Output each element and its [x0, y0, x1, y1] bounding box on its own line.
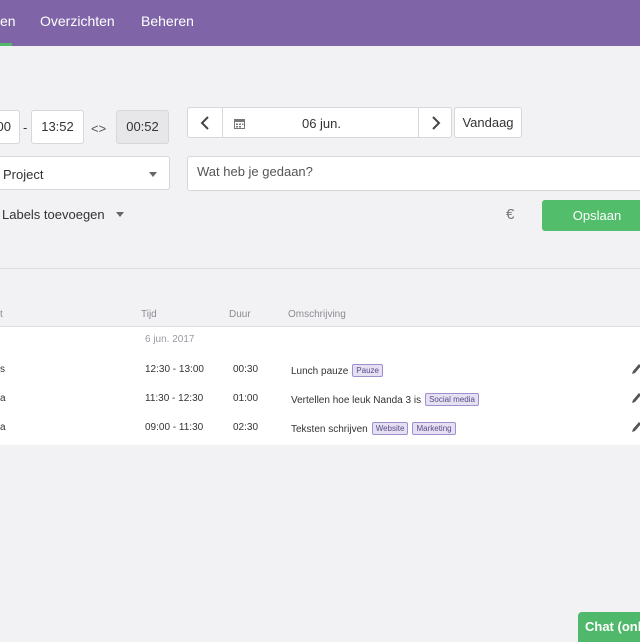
- caret-down-icon: [116, 212, 125, 217]
- labels-dropdown[interactable]: Labels toevoegen: [2, 207, 125, 222]
- row-project: a: [0, 422, 6, 433]
- column-header-duration: Duur: [229, 309, 251, 320]
- table-row[interactable]: a 11:30 - 12:30 01:00 Vertellen hoe leuk…: [0, 385, 640, 413]
- tag-badge: Pauze: [352, 364, 383, 377]
- project-select-label: Project: [3, 167, 44, 182]
- billable-toggle[interactable]: €: [506, 206, 514, 223]
- today-button[interactable]: Vandaag: [454, 107, 522, 138]
- row-project: s: [0, 364, 5, 375]
- active-nav-indicator: [0, 43, 12, 46]
- table-row[interactable]: s 12:30 - 13:00 00:30 Lunch pauze Pauze: [0, 356, 640, 384]
- row-description: Lunch pauze Pauze: [291, 364, 383, 377]
- row-duration: 02:30: [233, 422, 259, 433]
- row-duration: 01:00: [233, 393, 259, 404]
- pencil-icon[interactable]: [630, 391, 640, 405]
- swap-times-icon[interactable]: <>: [91, 121, 106, 136]
- prev-day-button[interactable]: [187, 107, 223, 138]
- tag-badge: Marketing: [412, 422, 456, 435]
- row-description-text: Lunch pauze: [291, 366, 349, 377]
- row-duration: 00:30: [233, 364, 259, 375]
- row-description: Vertellen hoe leuk Nanda 3 is Social medi…: [291, 393, 479, 406]
- time-separator: -: [23, 120, 28, 135]
- row-description-text: Teksten schrijven: [291, 424, 368, 435]
- caret-down-icon: [149, 172, 157, 177]
- entries-table: t Tijd Duur Omschrijving 6 jun. 2017 s 1…: [0, 300, 640, 445]
- description-input[interactable]: Wat heb je gedaan?: [187, 156, 640, 191]
- row-project: a: [0, 393, 6, 404]
- pencil-icon[interactable]: [630, 362, 640, 376]
- column-header-time: Tijd: [141, 309, 157, 320]
- duration-display: 00:52: [116, 110, 169, 144]
- labels-dropdown-label: Labels toevoegen: [2, 207, 105, 222]
- date-label: 06 jun.: [301, 116, 342, 131]
- end-time-input[interactable]: 13:52: [31, 110, 84, 144]
- tag-badge: Website: [371, 422, 409, 435]
- date-picker[interactable]: 06 jun.: [222, 107, 419, 138]
- row-time: 12:30 - 13:00: [145, 364, 204, 375]
- chevron-left-icon: [200, 116, 209, 130]
- row-time: 11:30 - 12:30: [145, 393, 204, 404]
- pencil-icon[interactable]: [630, 420, 640, 434]
- row-description: Teksten schrijven Website Marketing: [291, 422, 456, 435]
- nav-item-beheren[interactable]: Beheren: [141, 0, 194, 46]
- save-button[interactable]: Opslaan: [542, 200, 640, 231]
- start-time-input[interactable]: 00: [0, 110, 20, 144]
- row-time: 09:00 - 11:30: [145, 422, 204, 433]
- nav-item-overzichten[interactable]: Overzichten: [40, 0, 115, 46]
- date-group-label: 6 jun. 2017: [145, 334, 195, 345]
- section-divider: [0, 268, 640, 269]
- chat-button[interactable]: Chat (onli: [578, 612, 640, 642]
- table-header: t Tijd Duur Omschrijving: [0, 300, 640, 327]
- column-header-description: Omschrijving: [288, 309, 346, 320]
- table-row[interactable]: a 09:00 - 11:30 02:30 Teksten schrijven W…: [0, 414, 640, 442]
- tag-badge: Social media: [425, 393, 479, 406]
- description-placeholder: Wat heb je gedaan?: [197, 164, 313, 179]
- row-description-text: Vertellen hoe leuk Nanda 3 is: [291, 395, 422, 406]
- next-day-button[interactable]: [418, 107, 452, 138]
- table-body: 6 jun. 2017 s 12:30 - 13:00 00:30 Lunch …: [0, 327, 640, 445]
- project-select[interactable]: Project: [0, 156, 170, 190]
- top-navigation: en Overzichten Beheren: [0, 0, 640, 46]
- column-header-project: t: [0, 309, 3, 320]
- nav-item-registreren[interactable]: en: [0, 0, 16, 46]
- chevron-right-icon: [432, 116, 441, 130]
